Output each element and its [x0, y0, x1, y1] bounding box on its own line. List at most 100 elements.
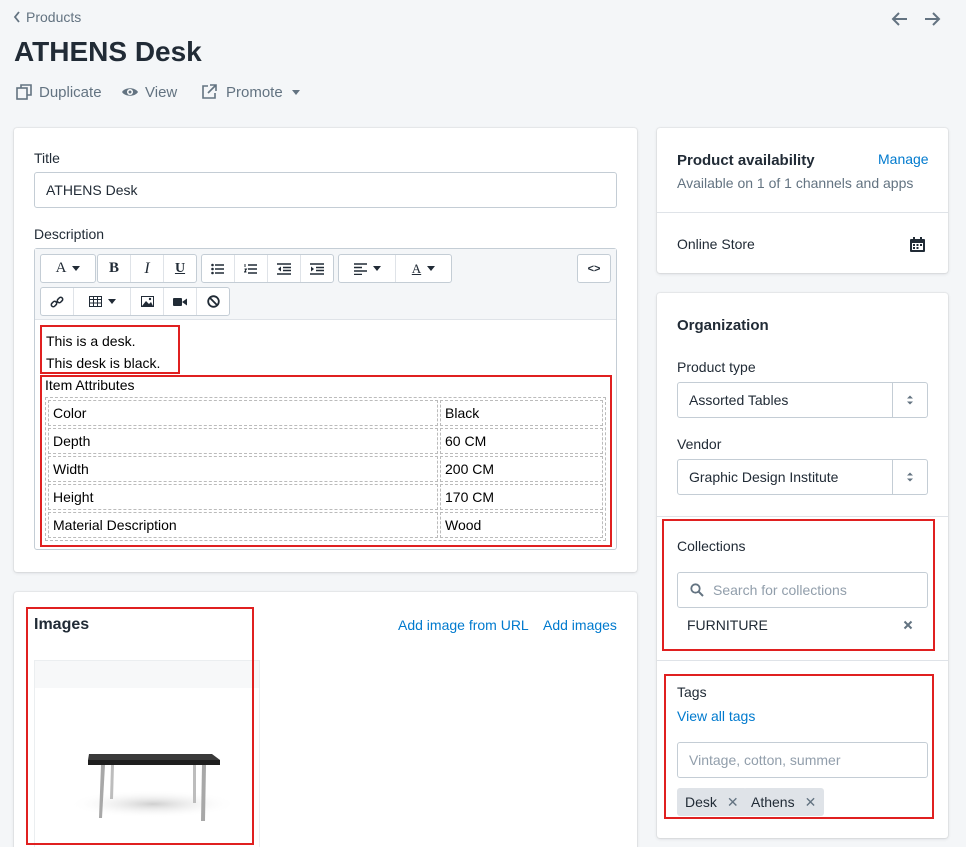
show-html-button[interactable]: <> [578, 255, 610, 282]
vendor-label: Vendor [677, 436, 722, 452]
bullet-list-button[interactable] [202, 255, 235, 282]
collections-search-placeholder: Search for collections [713, 582, 847, 598]
eye-icon [122, 88, 138, 96]
table-row: Material Description Wood [48, 512, 603, 538]
outdent-button[interactable] [268, 255, 301, 282]
attr-name-cell: Depth [48, 428, 438, 454]
prev-product-button[interactable] [890, 9, 910, 32]
external-link-icon [202, 84, 217, 99]
align-button[interactable] [339, 255, 396, 282]
insert-video-button[interactable] [164, 288, 197, 315]
bold-glyph: B [108, 260, 119, 276]
tags-input[interactable]: Vintage, cotton, summer [677, 742, 928, 778]
no-entry-icon [206, 295, 220, 308]
title-input-value: ATHENS Desk [46, 182, 138, 198]
arrow-left-icon [891, 12, 907, 26]
view-all-tags-link[interactable]: View all tags [677, 708, 755, 724]
chevron-left-icon [13, 11, 20, 23]
duplicate-button[interactable]: Duplicate [15, 83, 102, 101]
promote-button[interactable]: Promote [200, 83, 300, 101]
table-row: Height 170 CM [48, 484, 603, 510]
video-icon [173, 297, 187, 306]
insert-image-button[interactable] [131, 288, 164, 315]
table-icon [88, 296, 102, 307]
desk-image [68, 754, 238, 821]
manage-link[interactable]: Manage [878, 151, 929, 167]
organization-divider-2 [657, 660, 948, 661]
indent-button[interactable] [301, 255, 333, 282]
remove-collection-button[interactable] [899, 616, 917, 634]
attributes-heading: Item Attributes [45, 377, 135, 393]
add-image-from-url-link[interactable]: Add image from URL [398, 617, 529, 633]
chevron-down-icon [427, 266, 436, 271]
numbered-list-icon [244, 263, 257, 274]
attr-name-cell: Material Description [48, 512, 438, 538]
insert-group [40, 287, 230, 316]
description-line-1: This is a desk. [46, 333, 136, 349]
availability-divider [657, 212, 948, 213]
attr-name-cell: Color [48, 400, 438, 426]
product-image-thumbnail[interactable] [34, 660, 260, 847]
vendor-select[interactable]: Graphic Design Institute [677, 459, 928, 495]
font-style-button[interactable]: A [41, 255, 95, 282]
organization-heading: Organization [677, 317, 769, 334]
attr-name-cell: Height [48, 484, 438, 510]
collections-search-input[interactable]: Search for collections [677, 572, 928, 608]
close-icon[interactable]: ✕ [727, 794, 739, 811]
availability-subtitle: Available on 1 of 1 channels and apps [677, 175, 914, 191]
next-product-button[interactable] [922, 9, 942, 32]
select-arrows [892, 383, 927, 417]
promote-label: Promote [226, 83, 283, 101]
underline-glyph: U [174, 260, 186, 276]
product-type-select[interactable]: Assorted Tables [677, 382, 928, 418]
list-group [201, 254, 334, 283]
description-label: Description [34, 226, 105, 242]
image-icon [140, 296, 154, 307]
select-arrows-icon [907, 472, 913, 482]
title-label: Title [34, 150, 60, 166]
format-group: B I U [97, 254, 197, 283]
text-color-button[interactable]: A [396, 255, 451, 282]
outdent-icon [277, 262, 291, 275]
align-left-icon [353, 262, 367, 275]
html-glyph: <> [587, 262, 601, 275]
chevron-down-icon [291, 89, 300, 95]
product-type-value: Assorted Tables [689, 392, 789, 408]
chevron-down-icon [372, 266, 381, 271]
schedule-button[interactable] [909, 236, 926, 256]
tags-input-placeholder: Vintage, cotton, summer [689, 752, 841, 768]
back-link-label: Products [26, 9, 82, 25]
add-images-link[interactable]: Add images [543, 617, 617, 633]
product-type-label: Product type [677, 359, 756, 375]
images-heading: Images [34, 616, 90, 633]
table-row: Color Black [48, 400, 603, 426]
close-icon[interactable]: ✕ [805, 794, 817, 811]
attr-value-cell: 200 CM [440, 456, 603, 482]
italic-button[interactable]: I [131, 255, 164, 282]
view-button[interactable]: View [121, 83, 177, 101]
page-title: ATHENS Desk [14, 36, 202, 67]
insert-link-button[interactable] [41, 288, 74, 315]
italic-glyph: I [144, 259, 150, 277]
title-input[interactable]: ATHENS Desk [34, 172, 617, 208]
tags-label: Tags [677, 684, 707, 700]
duplicate-label: Duplicate [39, 83, 102, 101]
bold-button[interactable]: B [98, 255, 131, 282]
table-row: Width 200 CM [48, 456, 603, 482]
view-label: View [145, 83, 178, 101]
insert-table-button[interactable] [74, 288, 131, 315]
search-icon [690, 583, 704, 597]
font-group: A [40, 254, 96, 283]
underline-button[interactable]: U [164, 255, 196, 282]
attr-value-cell: 60 CM [440, 428, 603, 454]
html-group: <> [577, 254, 611, 283]
link-icon [50, 296, 64, 307]
align-color-group: A [338, 254, 452, 283]
tag-chip: Athens ✕ [743, 788, 825, 816]
availability-heading: Product availability [677, 152, 815, 169]
numbered-list-button[interactable] [235, 255, 268, 282]
clear-formatting-button[interactable] [197, 288, 229, 315]
attr-value-cell: Wood [440, 512, 603, 538]
tag-chip: Desk ✕ [677, 788, 747, 816]
back-link[interactable]: Products [12, 9, 81, 25]
